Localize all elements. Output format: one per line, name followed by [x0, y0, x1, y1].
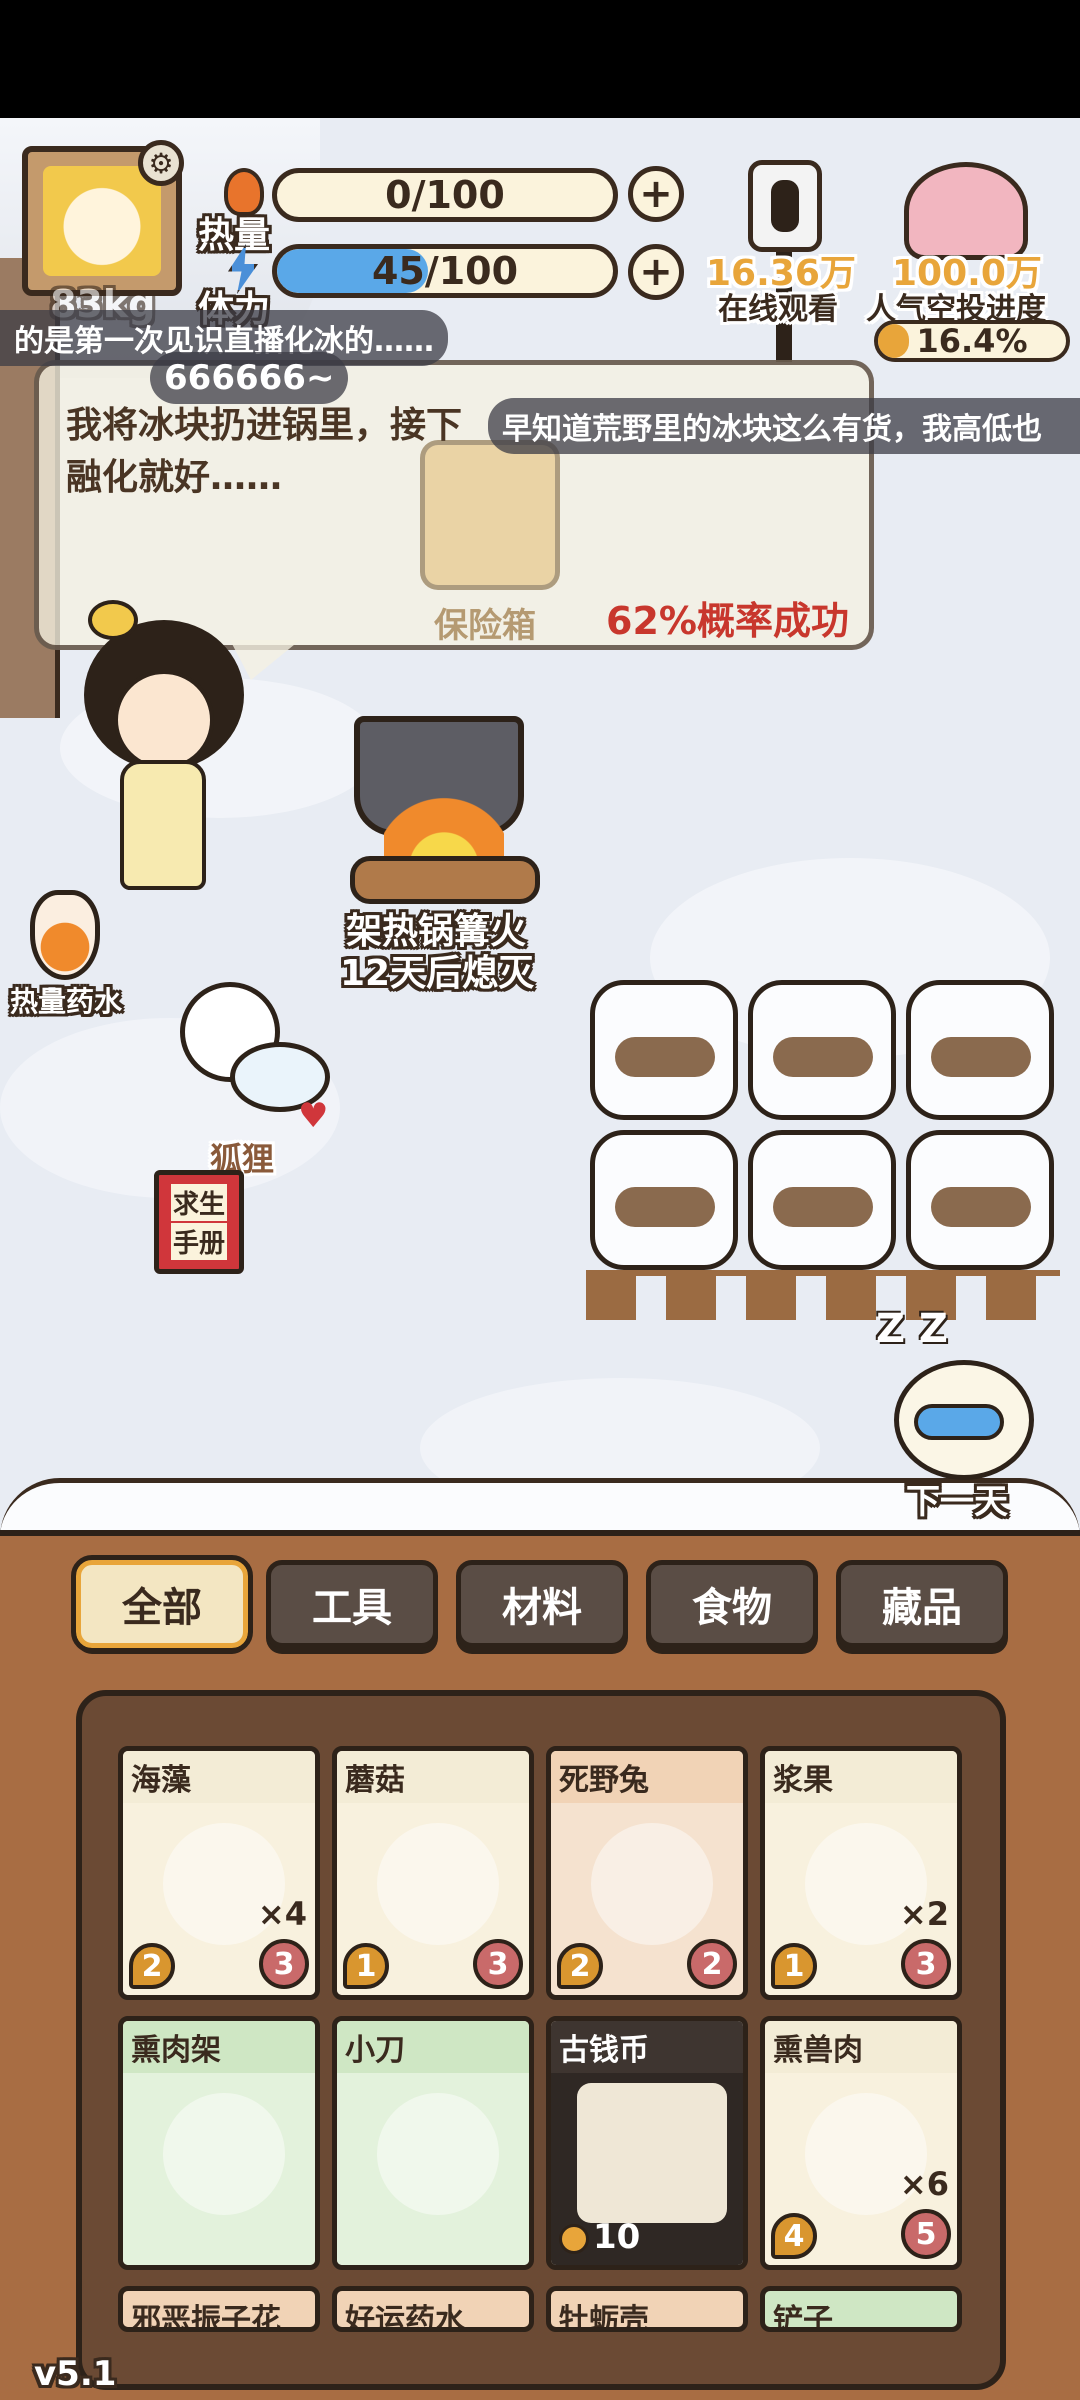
- inventory-card[interactable]: 小刀: [332, 2016, 534, 2270]
- heat-potion-icon[interactable]: [30, 890, 100, 980]
- item-art-icon: [377, 1823, 499, 1945]
- tab-2[interactable]: 材料: [456, 1560, 628, 1648]
- item-art-icon: [377, 2093, 499, 2215]
- food-value-badge: 3: [259, 1939, 309, 1989]
- snow-plot[interactable]: [748, 980, 896, 1120]
- safe-icon[interactable]: [420, 440, 560, 590]
- survival-manual-book[interactable]: 求生 手册: [154, 1170, 244, 1274]
- category-tabs: 全部 工具 材料 食物 藏品: [71, 1555, 1016, 1660]
- item-quantity: ×6: [899, 2165, 949, 2203]
- inventory-card[interactable]: 蘑菇 1 3: [332, 1746, 534, 2000]
- tab-0[interactable]: 全部: [71, 1555, 253, 1653]
- stamina-bar: 45/100: [272, 244, 618, 298]
- item-name: 死野兔: [559, 1763, 649, 1798]
- inventory-card[interactable]: 古钱币 10: [546, 2016, 748, 2270]
- inventory-card[interactable]: 熏兽肉 ×6 4 5: [760, 2016, 962, 2270]
- heart-icon: ♥: [298, 1096, 329, 1136]
- item-quantity: ×2: [899, 1895, 949, 1933]
- stamina-cost-badge: 2: [557, 1943, 603, 1989]
- item-art-icon: [577, 2083, 727, 2223]
- food-value-badge: 5: [901, 2209, 951, 2259]
- item-art-icon: [591, 1823, 713, 1945]
- coin-value: 10: [559, 2217, 640, 2257]
- item-name: 铲子: [773, 2303, 833, 2332]
- heat-potion-label: 热量药水: [10, 985, 123, 1018]
- item-name: 熏肉架: [131, 2033, 221, 2068]
- next-day-button[interactable]: [884, 1360, 1044, 1490]
- airdrop-progress-bar: 16.4%: [874, 320, 1070, 362]
- camera-icon[interactable]: [748, 160, 822, 252]
- item-name: 牡蛎壳: [559, 2303, 649, 2332]
- add-heat-button[interactable]: +: [628, 166, 684, 222]
- dog-portrait-icon: [43, 166, 161, 276]
- snow-plot[interactable]: [748, 1130, 896, 1270]
- airdrop-percent: 16.4%: [916, 322, 1028, 360]
- inventory-card[interactable]: 海藻 ×4 2 3: [118, 1746, 320, 2000]
- danmaku-3: 早知道荒野里的冰块这么有货，我高低也: [488, 398, 1080, 454]
- item-name: 海藻: [131, 1763, 191, 1798]
- inventory-card[interactable]: 铲子: [760, 2286, 962, 2332]
- item-name: 熏兽肉: [773, 2033, 863, 2068]
- tab-1[interactable]: 工具: [266, 1560, 438, 1648]
- food-value-badge: 2: [687, 1939, 737, 1989]
- danmaku-2: 666666~: [150, 352, 349, 404]
- snow-plot[interactable]: [590, 980, 738, 1120]
- add-stamina-button[interactable]: +: [628, 244, 684, 300]
- inventory-card[interactable]: 牡蛎壳: [546, 2286, 748, 2332]
- snow-plot[interactable]: [906, 980, 1054, 1120]
- coin-amount: 10: [593, 2217, 641, 2257]
- coin-icon: [559, 2223, 589, 2254]
- inventory-card[interactable]: 邪恶振子花: [118, 2286, 320, 2332]
- item-name: 浆果: [773, 1763, 833, 1798]
- item-name: 古钱币: [559, 2033, 649, 2068]
- item-name: 好运药水: [345, 2303, 465, 2332]
- stamina-value: 45/100: [371, 249, 519, 293]
- item-name: 邪恶振子花: [131, 2303, 281, 2332]
- heat-bar: 0/100: [272, 168, 618, 222]
- item-name: 蘑菇: [345, 1763, 405, 1798]
- sleep-zzz-icon: Z Z: [876, 1306, 948, 1352]
- inventory-card[interactable]: 死野兔 2 2: [546, 1746, 748, 2000]
- tab-4[interactable]: 藏品: [836, 1560, 1008, 1648]
- inventory-card[interactable]: 熏肉架: [118, 2016, 320, 2270]
- food-value-badge: 3: [473, 1939, 523, 1989]
- version-label: v5.1: [34, 2354, 117, 2394]
- snow-plot[interactable]: [590, 1130, 738, 1270]
- campfire-timer: 12天后熄灭: [340, 953, 535, 994]
- manual-label-1: 求生: [170, 1184, 227, 1221]
- food-value-badge: 3: [901, 1939, 951, 1989]
- stamina-cost-badge: 1: [771, 1943, 817, 1989]
- inventory-card[interactable]: 浆果 ×2 1 3: [760, 1746, 962, 2000]
- success-chance: 62%概率成功: [606, 599, 849, 643]
- settings-gear-icon[interactable]: ⚙: [138, 140, 184, 186]
- inventory-card[interactable]: 好运药水: [332, 2286, 534, 2332]
- tab-3[interactable]: 食物: [646, 1560, 818, 1648]
- item-quantity: ×4: [257, 1895, 307, 1933]
- viewers-label: 在线观看: [718, 292, 838, 327]
- firewood-icon: [350, 856, 540, 904]
- safe-label: 保险箱: [434, 606, 536, 646]
- stamina-cost-badge: 2: [129, 1943, 175, 1989]
- heat-label: 热量: [198, 215, 271, 256]
- heat-value: 0/100: [385, 173, 505, 217]
- snow-plot[interactable]: [906, 1130, 1054, 1270]
- item-art-icon: [163, 2093, 285, 2215]
- manual-label-2: 手册: [170, 1223, 227, 1260]
- dialog-text-line2: 融化就好……: [66, 457, 283, 498]
- fence: [586, 1270, 1060, 1320]
- stamina-cost-badge: 4: [771, 2213, 817, 2259]
- stamina-cost-badge: 1: [343, 1943, 389, 1989]
- next-day-label: 下一天: [906, 1482, 1008, 1522]
- girl-character[interactable]: [64, 600, 264, 900]
- item-name: 小刀: [345, 2033, 405, 2068]
